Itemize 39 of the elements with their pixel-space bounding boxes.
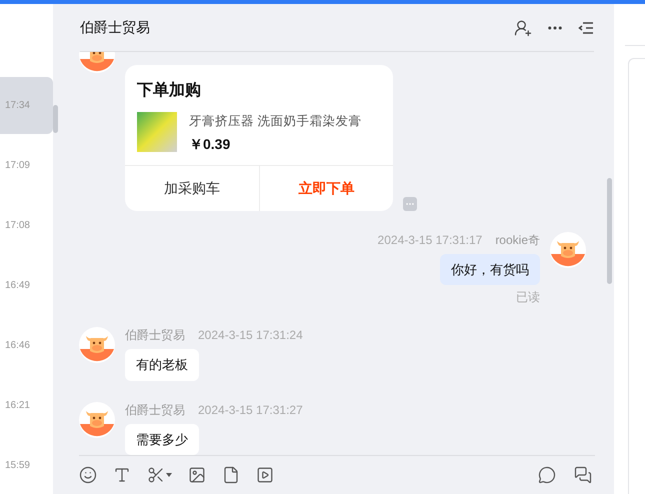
message-time: 2024-3-15 17:31:27 (198, 402, 303, 419)
cow-avatar-icon (550, 232, 586, 268)
image-icon[interactable] (188, 466, 206, 484)
video-icon[interactable] (256, 466, 274, 484)
sender-name: 伯爵士贸易 (125, 327, 185, 344)
conversation-item[interactable]: 16:21 (0, 377, 53, 434)
share-icon[interactable] (538, 466, 556, 484)
emoji-icon[interactable] (79, 466, 97, 484)
sender-name: 伯爵士贸易 (125, 402, 185, 419)
message-bubble: 需要多少 (125, 424, 199, 455)
read-status: 已读 (516, 289, 540, 306)
file-icon[interactable] (222, 466, 240, 484)
product-photo-placeholder (137, 112, 177, 152)
conversation-item[interactable]: 17:09 (0, 137, 53, 194)
add-user-icon[interactable] (514, 18, 532, 36)
message-bubble: 有的老板 (125, 349, 199, 381)
scrollbar-thumb[interactable] (607, 178, 612, 284)
conversation-item[interactable]: 16:49 (0, 257, 53, 314)
order-now-button[interactable]: 立即下单 (258, 166, 393, 211)
message-bubble: 你好，有货吗 (440, 254, 540, 286)
product-name: 牙膏挤压器 洗面奶手霜染发膏 (189, 113, 362, 130)
message-time: 2024-3-15 17:31:24 (198, 327, 303, 344)
conversation-item[interactable]: 16:46 (0, 317, 53, 374)
list-icon[interactable] (578, 20, 594, 36)
product-price: ￥0.39 (189, 134, 232, 154)
screenshot-icon[interactable] (147, 466, 172, 484)
add-to-cart-button[interactable]: 加采购车 (125, 166, 258, 211)
chat-history-icon[interactable] (574, 466, 592, 484)
message-time: 2024-3-15 17:31:17 (378, 232, 482, 249)
sender-name: rookie奇 (495, 232, 540, 249)
cow-avatar-icon (79, 402, 115, 438)
conversation-item[interactable]: 17:08 (0, 197, 53, 254)
conversation-item[interactable]: 15:59 (0, 437, 53, 494)
scrollbar-thumb[interactable] (53, 105, 58, 133)
conversation-item[interactable]: 17:34 (0, 77, 53, 134)
font-icon[interactable] (113, 466, 131, 484)
chat-title: 伯爵士贸易 (80, 18, 150, 37)
cow-avatar-icon (79, 327, 115, 364)
card-title: 下单加购 (136, 80, 202, 101)
